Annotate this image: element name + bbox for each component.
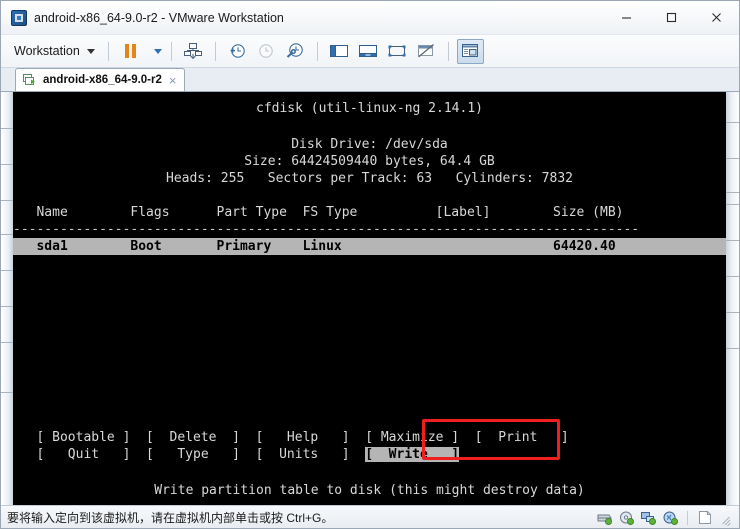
- menu-row2-left: [ Quit ] [ Type ] [ Units ]: [13, 447, 366, 462]
- sound-card-icon[interactable]: [662, 510, 679, 525]
- maximize-button[interactable]: [649, 1, 694, 34]
- revert-snapshot-button[interactable]: [253, 39, 280, 64]
- unity-mode-button[interactable]: [413, 39, 440, 64]
- vm-tab-strip: android-x86_64-9.0-r2 ×: [1, 68, 739, 92]
- console-view-icon: [359, 45, 378, 57]
- revert-snapshot-icon: [259, 44, 274, 58]
- take-snapshot-button[interactable]: [224, 39, 251, 64]
- vm-tab-label: android-x86_64-9.0-r2: [43, 74, 162, 86]
- network-adapter-icon[interactable]: [640, 510, 657, 525]
- power-dropdown-button[interactable]: [146, 39, 163, 64]
- snapshot-manager-icon: [287, 43, 304, 58]
- vmware-icon: [11, 9, 27, 26]
- chevron-down-icon: [86, 48, 95, 54]
- show-library-icon: [330, 45, 349, 57]
- vmware-workstation-window: android-x86_64-9.0-r2 - VMware Workstati…: [0, 0, 740, 529]
- show-thumbnails-button[interactable]: [456, 38, 484, 64]
- workstation-menu-label: Workstation: [14, 44, 80, 58]
- toolbar-separator: [170, 41, 172, 61]
- disk-geometry-line: Heads: 255 Sectors per Track: 63 Cylinde…: [166, 171, 573, 186]
- thumbnail-bar-icon: [462, 44, 479, 57]
- toolbar-separator: [316, 41, 318, 61]
- vm-console[interactable]: cfdisk (util-linux-ng 2.14.1) Disk Drive…: [13, 92, 726, 505]
- cfdisk-menu: [ Bootable ] [ Delete ] [ Help ] [ Maxim…: [13, 429, 726, 463]
- header-divider: ----------------------------------------…: [13, 222, 640, 237]
- maximize-menu-item[interactable]: [ Maximize ]: [365, 430, 459, 445]
- manage-vm-button[interactable]: [180, 39, 207, 64]
- write-menu-item[interactable]: [ Write ]: [365, 447, 460, 462]
- hard-disk-icon[interactable]: [596, 510, 613, 525]
- close-icon[interactable]: ×: [168, 74, 178, 87]
- vm-tab-icon: [23, 74, 35, 85]
- window-title: android-x86_64-9.0-r2 - VMware Workstati…: [34, 10, 284, 25]
- resize-grip[interactable]: [720, 511, 733, 527]
- printer-icon[interactable]: [696, 510, 713, 525]
- take-snapshot-icon: [230, 44, 246, 58]
- main-area: cfdisk (util-linux-ng 2.14.1) Disk Drive…: [1, 92, 739, 505]
- window-controls: [604, 1, 739, 34]
- pause-vm-button[interactable]: [117, 39, 144, 64]
- vm-tab[interactable]: android-x86_64-9.0-r2 ×: [15, 68, 186, 91]
- toolbar-separator: [214, 41, 216, 61]
- library-rail-right[interactable]: [726, 92, 739, 505]
- workstation-menu-button[interactable]: Workstation: [10, 41, 101, 61]
- cfdisk-help-text: Write partition table to disk (this migh…: [154, 483, 585, 498]
- full-screen-icon: [388, 45, 406, 57]
- library-rail-left[interactable]: [1, 92, 13, 505]
- manage-vm-icon: [184, 43, 203, 60]
- toolbar-separator: [107, 41, 109, 61]
- disk-drive-line: Disk Drive: /dev/sda: [291, 137, 448, 152]
- unity-mode-icon: [418, 44, 435, 58]
- enter-full-screen-button[interactable]: [384, 39, 411, 64]
- minimize-button[interactable]: [604, 1, 649, 34]
- toolbar-separator: [447, 41, 449, 61]
- status-message: 要将输入定向到该虚拟机，请在虚拟机内部单击或按 Ctrl+G。: [7, 510, 334, 525]
- close-button[interactable]: [694, 1, 739, 34]
- snapshot-manager-button[interactable]: [282, 39, 309, 64]
- toolbar: Workstation: [1, 35, 739, 68]
- partition-table-header: Name Flags Part Type FS Type [Label] Siz…: [13, 205, 624, 220]
- pause-icon: [124, 44, 136, 58]
- device-status-icons: [596, 506, 733, 529]
- cfdisk-menu-row-1: [ Bootable ] [ Delete ] [ Help ] [ Maxim…: [13, 429, 726, 446]
- show-console-view-button[interactable]: [355, 39, 382, 64]
- cfdisk-menu-row-2: [ Quit ] [ Type ] [ Units ] [ Write ]: [13, 446, 726, 463]
- menu-row1-left: [ Bootable ] [ Delete ] [ Help ]: [13, 430, 366, 445]
- cd-dvd-icon[interactable]: [618, 510, 635, 525]
- disk-size-line: Size: 64424509440 bytes, 64.4 GB: [244, 154, 495, 169]
- table-row[interactable]: sda1 Boot Primary Linux 64420.40: [13, 238, 726, 255]
- print-menu-item[interactable]: [ Print ]: [459, 430, 569, 445]
- chevron-down-icon: [153, 48, 162, 54]
- title-bar: android-x86_64-9.0-r2 - VMware Workstati…: [1, 1, 739, 35]
- show-library-button[interactable]: [326, 39, 353, 64]
- cfdisk-title: cfdisk (util-linux-ng 2.14.1): [256, 101, 483, 116]
- status-separator: [687, 510, 688, 525]
- status-bar: 要将输入定向到该虚拟机，请在虚拟机内部单击或按 Ctrl+G。: [1, 505, 739, 528]
